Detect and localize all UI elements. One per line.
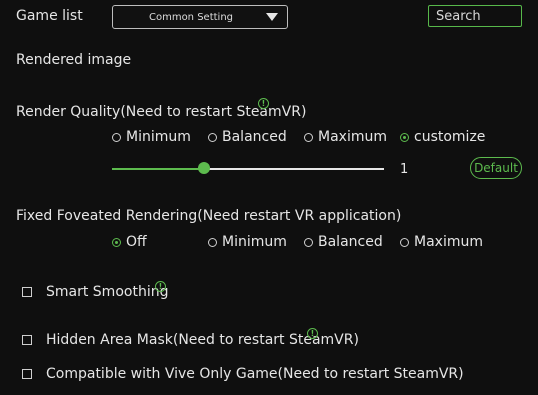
radio-indicator: [112, 132, 121, 142]
settings-dropdown[interactable]: Common Setting: [112, 5, 288, 29]
radio-indicator: [400, 132, 409, 142]
render-quality-option-balanced[interactable]: Balanced: [208, 129, 287, 145]
checkbox-label: Compatible with Vive Only Game(Need to r…: [46, 366, 464, 382]
info-icon[interactable]: !: [155, 281, 166, 292]
radio-label: Balanced: [222, 129, 287, 145]
rendered-image-heading: Rendered image: [16, 52, 132, 68]
smart-smoothing-checkbox[interactable]: Smart Smoothing: [22, 284, 168, 300]
checkbox-label: Smart Smoothing: [46, 284, 169, 300]
info-icon[interactable]: !: [258, 98, 269, 109]
render-quality-option-maximum[interactable]: Maximum: [304, 129, 387, 145]
radio-indicator: [112, 237, 121, 247]
foveated-option-balanced[interactable]: Balanced: [304, 234, 383, 250]
radio-label: Minimum: [126, 129, 191, 145]
render-quality-option-minimum[interactable]: Minimum: [112, 129, 191, 145]
foveated-rendering-label: Fixed Foveated Rendering(Need restart VR…: [16, 208, 402, 224]
render-quality-value: 1: [400, 162, 409, 177]
radio-indicator: [208, 237, 217, 247]
slider-thumb[interactable]: [198, 162, 211, 174]
checkbox-box: [22, 369, 32, 379]
radio-label: Off: [126, 234, 147, 250]
radio-indicator: [400, 237, 409, 247]
radio-label: Balanced: [318, 234, 383, 250]
chevron-down-icon: [266, 13, 278, 21]
checkbox-box: [22, 335, 32, 345]
radio-label: Maximum: [414, 234, 483, 250]
slider-fill: [112, 168, 205, 170]
radio-label: Minimum: [222, 234, 287, 250]
game-list-label: Game list: [16, 8, 83, 24]
radio-label: customize: [414, 129, 486, 145]
render-quality-option-customize[interactable]: customize: [400, 129, 485, 145]
vive-only-checkbox[interactable]: Compatible with Vive Only Game(Need to r…: [22, 366, 464, 382]
foveated-option-minimum[interactable]: Minimum: [208, 234, 287, 250]
dropdown-value: Common Setting: [148, 11, 234, 23]
info-icon[interactable]: !: [307, 328, 318, 339]
radio-indicator: [304, 132, 313, 142]
radio-indicator: [208, 132, 217, 142]
foveated-option-off[interactable]: Off: [112, 234, 147, 250]
default-button[interactable]: Default: [470, 157, 522, 179]
checkbox-box: [22, 287, 32, 297]
radio-label: Maximum: [318, 129, 387, 145]
render-quality-slider[interactable]: [112, 162, 384, 174]
radio-indicator: [304, 237, 313, 247]
search-input[interactable]: [428, 5, 522, 27]
foveated-option-maximum[interactable]: Maximum: [400, 234, 483, 250]
